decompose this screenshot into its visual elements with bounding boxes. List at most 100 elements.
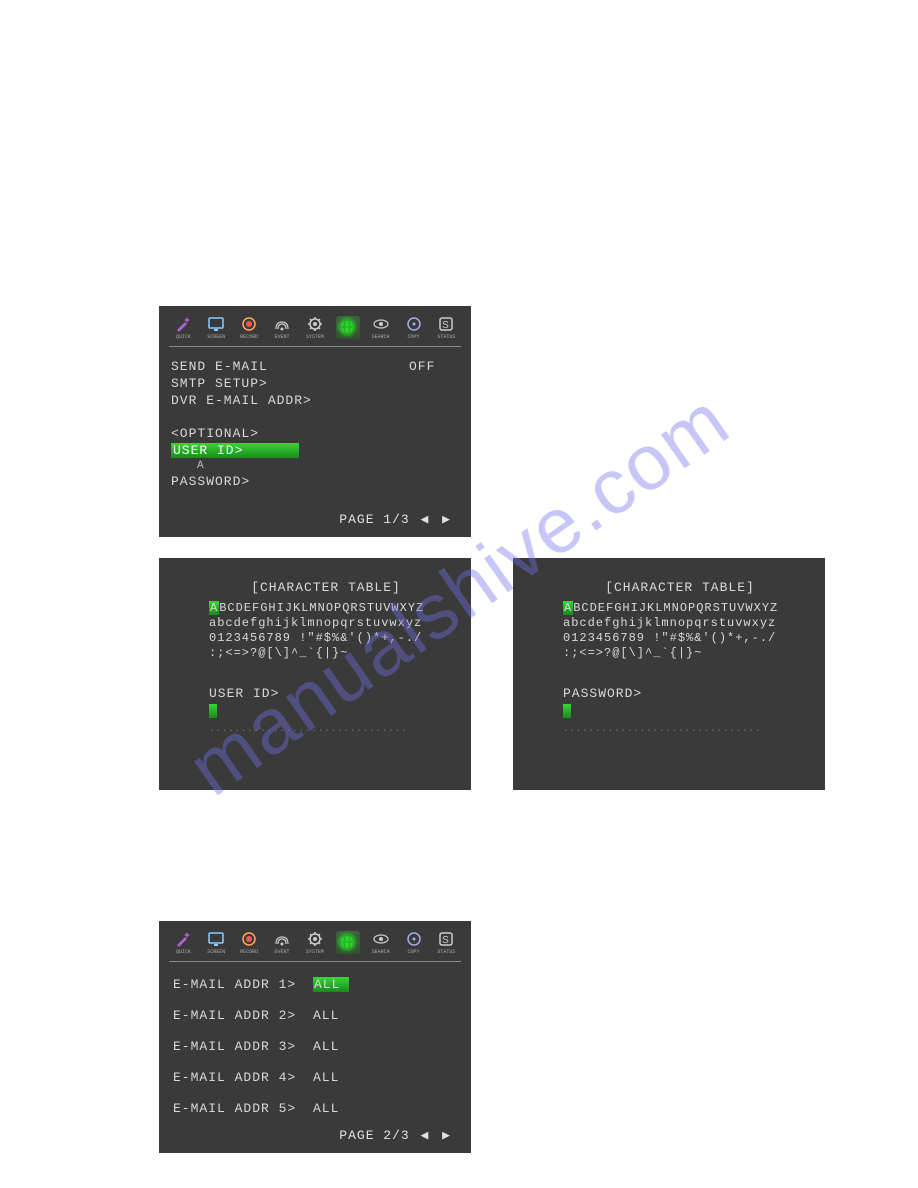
tab-screen[interactable]: SCREEN — [204, 928, 228, 957]
tab-screen[interactable]: SCREEN — [204, 313, 228, 342]
tab-event[interactable]: EVENT — [270, 313, 294, 342]
menu-label: SMTP SETUP> — [171, 376, 459, 391]
toolbar: QUICK SCREEN RECORD EVENT SYSTEM SEARCH … — [159, 306, 471, 344]
tab-search[interactable]: SEARCH — [369, 313, 393, 342]
email-addr-1[interactable]: E-MAIL ADDR 1>ALL — [173, 977, 457, 992]
chartable-row-digits[interactable]: 0123456789 !"#$%&'()*+,-./ — [563, 631, 797, 645]
tab-label: SYSTEM — [306, 949, 324, 955]
character-table-user-id: [CHARACTER TABLE] ABCDEFGHIJKLMNOPQRSTUV… — [159, 558, 471, 790]
tab-label: STATUS — [437, 949, 455, 955]
signal-icon — [272, 930, 292, 948]
svg-text:S: S — [443, 320, 451, 331]
pager-next-icon[interactable]: ▶ — [442, 512, 451, 527]
tab-network[interactable] — [336, 931, 360, 954]
mail-value: ALL — [313, 1039, 457, 1054]
tab-label: COPY — [408, 949, 420, 955]
page-text: PAGE 1/3 — [339, 512, 409, 527]
mail-label: E-MAIL ADDR 4> — [173, 1070, 313, 1085]
chartable-row-upper[interactable]: ABCDEFGHIJKLMNOPQRSTUVWXYZ — [563, 601, 797, 615]
pager-prev-icon[interactable]: ◀ — [421, 1128, 430, 1143]
chartable-row-lower[interactable]: abcdefghijklmnopqrstuvwxyz — [563, 616, 797, 630]
input-dots: ............................... — [209, 724, 443, 734]
char-highlighted: A — [209, 601, 219, 615]
chartable-row-digits[interactable]: 0123456789 !"#$%&'()*+,-./ — [209, 631, 443, 645]
tab-record[interactable]: RECORD — [237, 928, 261, 957]
tab-label: SEARCH — [372, 334, 390, 340]
record-icon — [239, 315, 259, 333]
tab-label: RECORD — [240, 334, 258, 340]
status-icon: S — [436, 315, 456, 333]
input-label-password: PASSWORD> — [563, 686, 797, 701]
input-dots: ............................... — [563, 724, 797, 734]
tab-status[interactable]: S STATUS — [434, 313, 458, 342]
mail-value: ALL — [313, 977, 457, 992]
tab-label: SEARCH — [372, 949, 390, 955]
mail-value: ALL — [313, 1070, 457, 1085]
tab-label: QUICK — [176, 949, 191, 955]
tab-network[interactable] — [336, 316, 360, 339]
gear-icon — [305, 930, 325, 948]
pager: PAGE 2/3 ◀ ▶ — [339, 1128, 453, 1143]
record-icon — [239, 930, 259, 948]
menu-smtp-setup[interactable]: SMTP SETUP> — [171, 376, 459, 391]
tab-label: STATUS — [437, 334, 455, 340]
chartable-title: [CHARACTER TABLE] — [563, 580, 797, 595]
globe-icon — [338, 933, 358, 951]
menu-password[interactable]: PASSWORD> — [171, 474, 459, 489]
mail-label: E-MAIL ADDR 3> — [173, 1039, 313, 1054]
chartable-title: [CHARACTER TABLE] — [209, 580, 443, 595]
input-label-userid: USER ID> — [209, 686, 443, 701]
pager-next-icon[interactable]: ▶ — [442, 1128, 451, 1143]
menu-dvr-email-addr[interactable]: DVR E-MAIL ADDR> — [171, 393, 459, 408]
mail-value: ALL — [313, 1008, 457, 1023]
email-setup-panel-1: QUICK SCREEN RECORD EVENT SYSTEM SEARCH … — [159, 306, 471, 537]
page-text: PAGE 2/3 — [339, 1128, 409, 1143]
tab-system[interactable]: SYSTEM — [303, 928, 327, 957]
gear-icon — [305, 315, 325, 333]
email-addr-5[interactable]: E-MAIL ADDR 5>ALL — [173, 1101, 457, 1116]
signal-icon — [272, 315, 292, 333]
tab-search[interactable]: SEARCH — [369, 928, 393, 957]
chartable-row-upper[interactable]: ABCDEFGHIJKLMNOPQRSTUVWXYZ — [209, 601, 443, 615]
character-table-password: [CHARACTER TABLE] ABCDEFGHIJKLMNOPQRSTUV… — [513, 558, 825, 790]
highlighted-item: USER ID> — [171, 443, 299, 458]
wand-icon — [173, 930, 193, 948]
tab-copy[interactable]: COPY — [402, 928, 426, 957]
toolbar: QUICK SCREEN RECORD EVENT SYSTEM SEARCH … — [159, 921, 471, 959]
tab-status[interactable]: SSTATUS — [434, 928, 458, 957]
tab-label: SCREEN — [207, 949, 225, 955]
tab-system[interactable]: SYSTEM — [303, 313, 327, 342]
chartable-row-lower[interactable]: abcdefghijklmnopqrstuvwxyz — [209, 616, 443, 630]
menu-send-email[interactable]: SEND E-MAILOFF — [171, 359, 459, 374]
tab-event[interactable]: EVENT — [270, 928, 294, 957]
tab-quick[interactable]: QUICK — [171, 313, 195, 342]
section-optional: <OPTIONAL> — [171, 426, 459, 441]
monitor-icon — [206, 315, 226, 333]
pager-prev-icon[interactable]: ◀ — [421, 512, 430, 527]
email-addr-4[interactable]: E-MAIL ADDR 4>ALL — [173, 1070, 457, 1085]
globe-icon — [338, 318, 358, 336]
menu-user-id[interactable]: USER ID> — [171, 443, 459, 458]
chartable-row-symbols[interactable]: :;<=>?@[\]^_`{|}~ — [563, 646, 797, 660]
disc-icon — [404, 930, 424, 948]
pager: PAGE 1/3 ◀ ▶ — [339, 512, 453, 527]
email-addr-3[interactable]: E-MAIL ADDR 3>ALL — [173, 1039, 457, 1054]
email-addr-2[interactable]: E-MAIL ADDR 2>ALL — [173, 1008, 457, 1023]
tab-copy[interactable]: COPY — [402, 313, 426, 342]
menu-value: OFF — [409, 359, 459, 374]
mail-value: ALL — [313, 1101, 457, 1116]
monitor-icon — [206, 930, 226, 948]
mail-label: E-MAIL ADDR 5> — [173, 1101, 313, 1116]
input-cursor — [209, 704, 217, 718]
user-id-sub-value: A — [171, 460, 459, 472]
tab-quick[interactable]: QUICK — [171, 928, 195, 957]
menu-label: DVR E-MAIL ADDR> — [171, 393, 459, 408]
tab-label: SYSTEM — [306, 334, 324, 340]
input-cursor — [563, 704, 571, 718]
char-highlighted: A — [563, 601, 573, 615]
tab-label: RECORD — [240, 949, 258, 955]
menu-label: SEND E-MAIL — [171, 359, 409, 374]
eye-icon — [371, 315, 391, 333]
tab-record[interactable]: RECORD — [237, 313, 261, 342]
chartable-row-symbols[interactable]: :;<=>?@[\]^_`{|}~ — [209, 646, 443, 660]
